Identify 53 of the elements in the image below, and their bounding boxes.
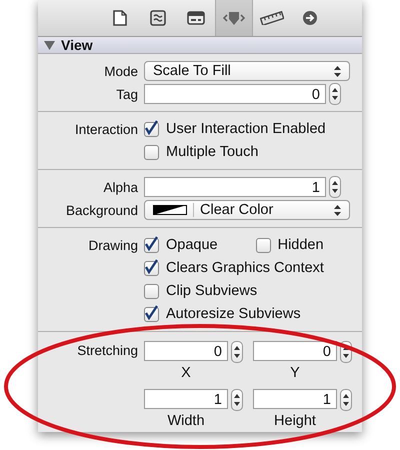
- stepper[interactable]: [231, 341, 243, 363]
- section-header[interactable]: View: [38, 37, 362, 54]
- field-label: Alpha: [102, 180, 139, 194]
- stretching-field[interactable]: 0: [144, 341, 228, 361]
- tag-field[interactable]: 0: [144, 84, 326, 104]
- stepper[interactable]: [329, 83, 341, 105]
- card-icon: [187, 11, 205, 25]
- checkbox[interactable]: Multiple Touch: [144, 144, 258, 160]
- field-label: Background: [64, 202, 139, 218]
- disclosure-triangle-icon[interactable]: [44, 40, 55, 50]
- shield-icon: [223, 10, 245, 26]
- checkmark-icon: [145, 304, 158, 320]
- checkbox[interactable]: User Interaction Enabled: [144, 121, 326, 137]
- stretching-field[interactable]: 1: [253, 389, 337, 409]
- stepper[interactable]: [329, 176, 341, 198]
- field-label: Tag: [115, 86, 139, 102]
- updown-icon: [332, 180, 338, 194]
- field-caption: X: [180, 364, 192, 383]
- checkmark-icon: [145, 236, 158, 250]
- background-popup[interactable]: Clear Color: [144, 200, 350, 220]
- updown-icon: [343, 393, 349, 407]
- alpha-field[interactable]: 1: [144, 177, 326, 197]
- field-caption: Height: [273, 412, 317, 431]
- mode-popup[interactable]: Scale To Fill: [144, 61, 350, 81]
- field-label: Stretching: [76, 342, 139, 360]
- checkmark-icon: [145, 258, 158, 274]
- field-label: Mode: [103, 64, 139, 78]
- document-icon: [113, 10, 127, 26]
- section-title: View: [61, 37, 93, 53]
- updown-icon: [234, 393, 240, 407]
- checkbox[interactable]: Clears Graphics Context: [144, 260, 324, 276]
- field-caption: Y: [289, 364, 301, 383]
- updown-icon: [234, 345, 240, 359]
- stepper[interactable]: [340, 389, 352, 411]
- field-caption: Width: [166, 412, 206, 431]
- ruler-icon: [260, 11, 284, 25]
- waves-icon: [150, 10, 166, 26]
- checkbox[interactable]: Hidden: [256, 237, 324, 253]
- stepper[interactable]: [231, 389, 243, 411]
- arrow-circle-icon: [302, 10, 318, 26]
- stretching-field[interactable]: 1: [144, 389, 228, 409]
- checkbox[interactable]: Clip Subviews: [144, 283, 258, 299]
- updown-icon: [334, 204, 341, 216]
- checkmark-icon: [145, 120, 158, 134]
- updown-icon: [334, 66, 341, 76]
- field-label: Interaction: [74, 122, 139, 136]
- shield-tab[interactable]: [215, 0, 253, 36]
- color-swatch-icon: [153, 205, 187, 215]
- checkbox[interactable]: Opaque: [144, 237, 218, 253]
- checkbox[interactable]: Autoresize Subviews: [144, 306, 301, 322]
- field-label: Drawing: [87, 238, 139, 252]
- stretching-field[interactable]: 0: [253, 341, 337, 361]
- updown-icon: [332, 87, 338, 101]
